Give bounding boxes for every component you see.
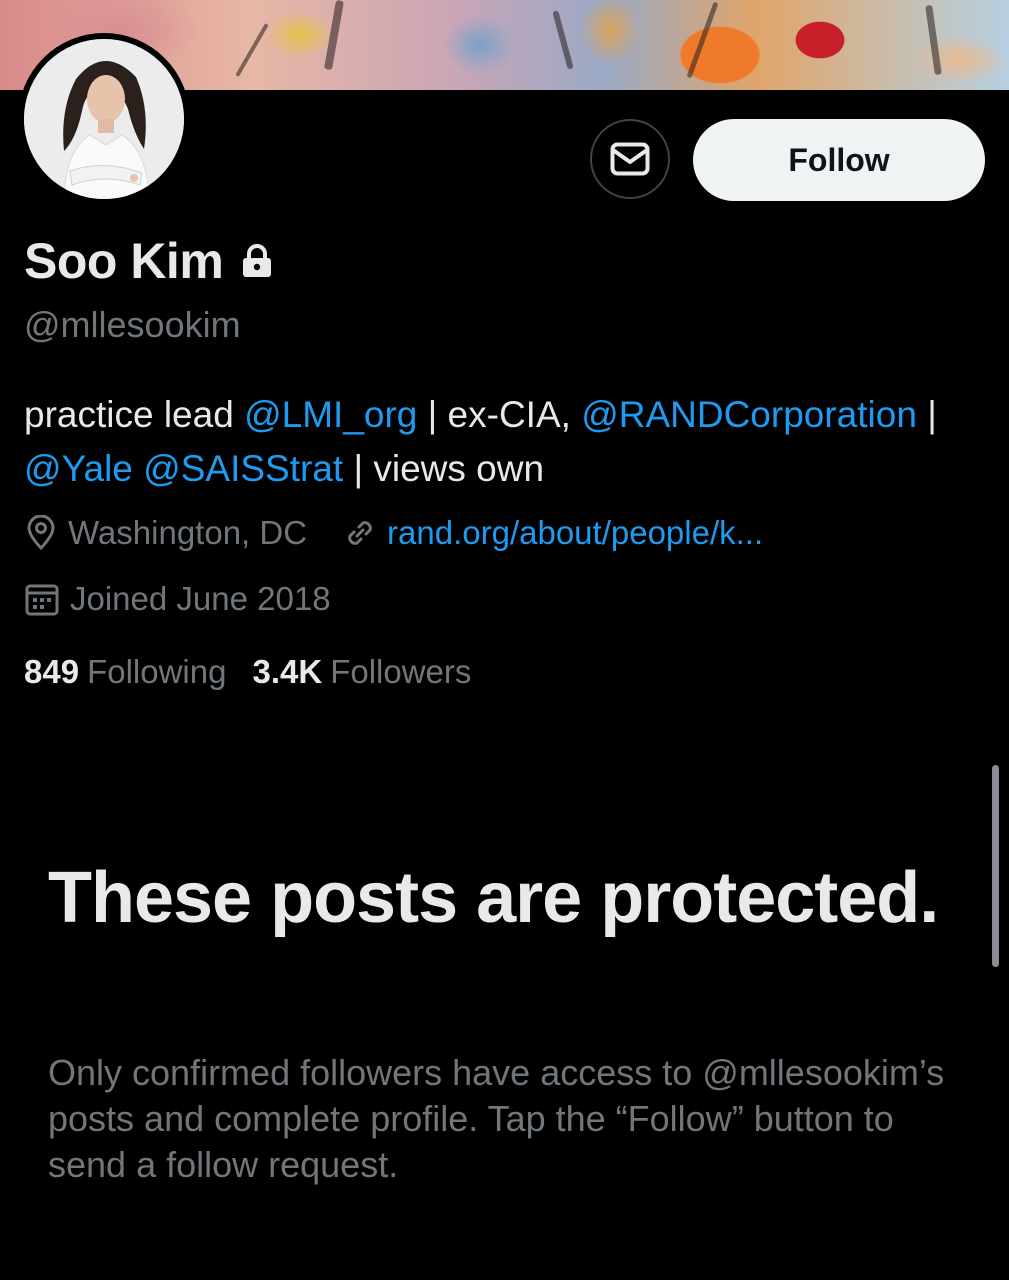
scrollbar[interactable] [992,765,999,967]
message-button[interactable] [590,119,670,199]
followers-count: 3.4K [252,653,323,690]
profile-avatar[interactable] [18,33,190,205]
following-link[interactable]: 849 Following [24,653,226,691]
lock-icon [241,244,273,278]
protected-posts-description: Only confirmed followers have access to … [48,1052,945,1185]
bio-text [133,448,143,489]
protected-posts-title: These posts are protected. [48,858,939,938]
follow-button[interactable]: Follow [693,119,985,201]
followers-link[interactable]: 3.4K Followers [252,653,471,691]
bio-text: | ex-CIA, [417,394,582,435]
profile-page: Follow Soo Kim @mllesookim practice lead… [0,0,1009,1280]
link-icon [343,516,377,550]
calendar-icon [24,581,60,617]
bio-mention-rand[interactable]: @RANDCorporation [581,394,917,435]
bio-text: | views own [343,448,545,489]
location-pin-icon [24,515,58,551]
profile-meta-row: Washington, DC rand.org/about/people/k..… [24,514,763,552]
profile-handle: @mllesookim [24,304,241,345]
profile-website-link[interactable]: rand.org/about/people/k... [387,514,763,552]
avatar-photo [24,39,184,199]
bio-text: practice lead [24,394,245,435]
bio-text: | [916,394,937,435]
followers-label: Followers [330,653,472,690]
profile-bio: practice lead @LMI_org | ex-CIA, @RANDCo… [24,388,989,496]
bio-mention-lmi[interactable]: @LMI_org [244,394,417,435]
following-label: Following [87,653,227,690]
profile-joined-date: Joined June 2018 [70,580,331,617]
following-count: 849 [24,653,80,690]
profile-joined-row: Joined June 2018 [24,580,331,618]
profile-location: Washington, DC [68,514,308,551]
profile-name-row: Soo Kim [24,232,273,290]
bio-mention-yale[interactable]: @Yale [24,448,133,489]
profile-stats: 849 Following 3.4K Followers [24,653,471,691]
profile-name: Soo Kim [24,233,224,289]
bio-mention-saisstrat[interactable]: @SAISStrat [143,448,343,489]
mail-icon [610,142,650,176]
